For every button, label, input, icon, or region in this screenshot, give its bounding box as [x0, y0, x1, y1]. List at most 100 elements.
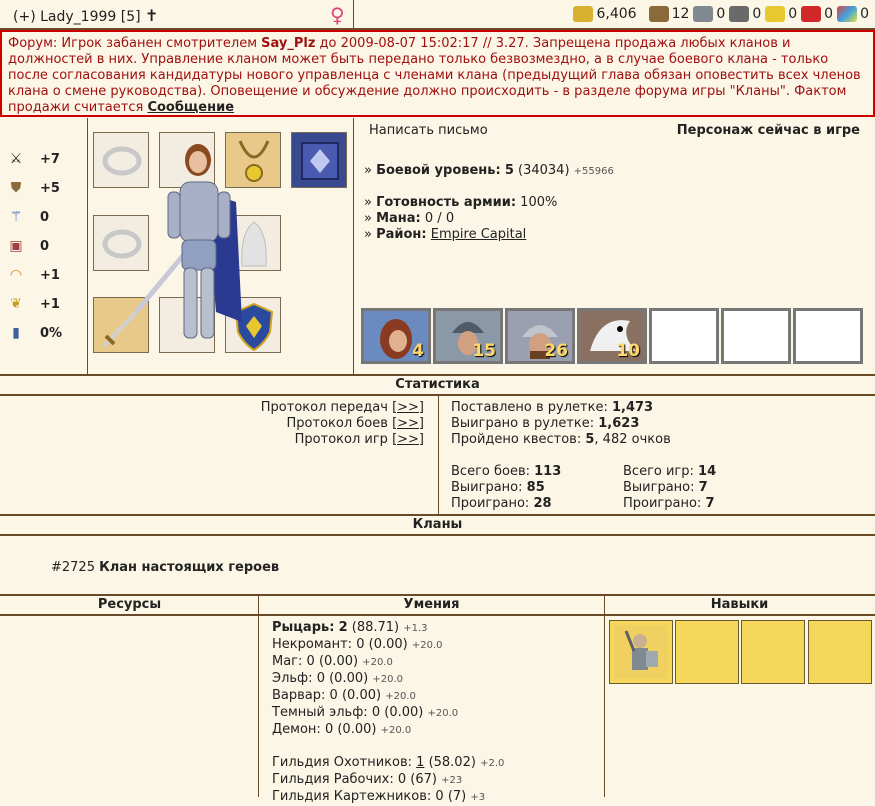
knight-talent-icon [614, 625, 668, 679]
stat-knowledge: ▣ 0 [6, 236, 86, 256]
resource-crystal: 0 [801, 6, 833, 22]
stat-defense: ⛊ +5 [6, 178, 86, 198]
clan-entry[interactable]: #2725 Клан настоящих героев [51, 560, 279, 575]
talent-slot-1[interactable] [609, 620, 673, 684]
army-slot-2[interactable]: 15 [433, 308, 503, 364]
army-slot-3[interactable]: 26 [505, 308, 575, 364]
quests-done: Пройдено квестов: 5, 482 очков [451, 432, 671, 447]
faction-skills-list: Рыцарь: 2 (88.71) +1.3 Некромант: 0 (0.0… [272, 620, 504, 806]
army-slot-4[interactable]: 10 [577, 308, 647, 364]
gold-icon [573, 6, 594, 22]
ore-icon [693, 6, 714, 22]
notice-message-link[interactable]: Сообщение [147, 100, 234, 115]
protocols-panel: Протокол передач [>>] Протокол боев [>>]… [0, 396, 439, 514]
stat-luck: ◠ +1 [6, 265, 86, 285]
top-bar: (+) Lady_1999 [5] ✝ ♀ 6,406 12 0 0 0 0 0 [0, 0, 875, 30]
clan-name: Клан настоящих героев [99, 560, 280, 575]
crystal-icon [801, 6, 822, 22]
roulette-won: Выиграно в рулетке: 1,623 [451, 416, 640, 431]
army-slot-7 [793, 308, 863, 364]
write-letter-link[interactable]: Написать письмо [369, 123, 488, 138]
resource-mercury: 0 [729, 6, 761, 22]
district-link[interactable]: Empire Capital [431, 227, 527, 242]
clans-header: Кланы [0, 514, 875, 536]
district-row: » Район: Empire Capital [364, 227, 527, 242]
games-total: Всего игр: 14 [623, 464, 717, 479]
battles-won: Выиграно: 85 [451, 480, 545, 495]
morale-icon: ❦ [10, 296, 22, 312]
skill-row: Эльф: 0 (0.00) +20.0 [272, 671, 403, 686]
games-lost: Проиграно: 7 [623, 496, 715, 511]
talent-slot-4[interactable] [808, 620, 872, 684]
skills-header: Умения [259, 594, 604, 616]
guild-row: Гильдия Картежников: 0 (7) +3 [272, 789, 486, 804]
defense-icon: ⛊ [10, 180, 22, 196]
skill-row: Рыцарь: 2 (88.71) +1.3 [272, 620, 428, 635]
protocol-transfers: Протокол передач [>>] [260, 400, 424, 415]
protocol-transfers-link[interactable]: [>>] [392, 400, 424, 415]
talents-header: Навыки [604, 594, 875, 616]
hero-figure [136, 144, 242, 339]
character-info: Написать письмо Персонаж сейчас в игре »… [354, 118, 875, 374]
protocol-battles: Протокол боев [>>] [286, 416, 424, 431]
online-status: Персонаж сейчас в игре [676, 123, 860, 138]
spellbook-icon [301, 142, 339, 180]
resource-gems: 0 [837, 6, 869, 22]
resources-header: Ресурсы [0, 594, 259, 616]
armor-icon: ▮ [12, 325, 20, 341]
attack-icon: ⚔ [9, 151, 23, 167]
guild-row: Гильдия Рабочих: 0 (67) +23 [272, 772, 463, 787]
moderator-name[interactable]: Say_Plz [261, 36, 315, 51]
spellpower-icon: ⚚ [9, 209, 23, 225]
resource-wood: 12 [641, 6, 689, 22]
wood-icon [648, 6, 669, 22]
stat-spellpower: ⚚ 0 [6, 207, 86, 227]
skill-row: Варвар: 0 (0.00) +20.0 [272, 688, 416, 703]
protocol-games-link[interactable]: [>>] [392, 432, 424, 447]
protocol-games: Протокол игр [>>] [294, 432, 424, 447]
talent-slot-3[interactable] [741, 620, 805, 684]
skill-row: Темный эльф: 0 (0.00) +20.0 [272, 705, 459, 720]
games-won: Выиграно: 7 [623, 480, 708, 495]
column-divider [258, 594, 259, 797]
mana-row: » Мана: 0 / 0 [364, 211, 455, 226]
column-divider [604, 594, 605, 797]
hero-stats: ⚔ +7 ⛊ +5 ⚚ 0 ▣ 0 ◠ +1 ❦ +1 ▮ 0% [0, 118, 88, 374]
resource-bar: 6,406 12 0 0 0 0 0 [569, 6, 869, 22]
skill-row: Некромант: 0 (0.00) +20.0 [272, 637, 443, 652]
skill-row: Демон: 0 (0.00) +20.0 [272, 722, 412, 737]
battles-lost: Проиграно: 28 [451, 496, 552, 511]
skill-row: Маг: 0 (0.00) +20.0 [272, 654, 393, 669]
army-readiness-row: » Готовность армии: 100% [364, 195, 558, 210]
book-slot[interactable] [291, 132, 347, 188]
player-header: (+) Lady_1999 [5] ✝ ♀ [0, 0, 354, 28]
guild-hunters-link[interactable]: 1 [416, 755, 424, 770]
gems-icon [837, 6, 858, 22]
clan-id: #2725 [51, 560, 95, 575]
knowledge-icon: ▣ [9, 238, 23, 254]
player-name[interactable]: (+) Lady_1999 [5] ✝ [13, 6, 158, 25]
resource-gold: 6,406 [573, 6, 637, 22]
female-icon: ♀ [330, 3, 345, 27]
resource-ore: 0 [693, 6, 725, 22]
mercury-icon [729, 6, 750, 22]
roulette-placed: Поставлено в рулетке: 1,473 [451, 400, 654, 415]
combat-level-row: » Боевой уровень: 5 (34034) +55966 [364, 163, 614, 178]
resource-sulfur: 0 [765, 6, 797, 22]
sulfur-icon [765, 6, 786, 22]
protocol-battles-link[interactable]: [>>] [392, 416, 424, 431]
battles-total: Всего боев: 113 [451, 464, 562, 479]
stat-attack: ⚔ +7 [6, 149, 86, 169]
bottom-columns: Ресурсы Умения Навыки Рыцарь: 2 (88.71) … [0, 594, 875, 804]
luck-icon: ◠ [9, 267, 23, 283]
statistics-header: Статистика [0, 374, 875, 396]
stats-panel: Поставлено в рулетке: 1,473 Выиграно в р… [451, 400, 871, 512]
army-slot-1[interactable]: 4 [361, 308, 431, 364]
cross-icon: ✝ [145, 6, 159, 25]
equipment-panel [88, 118, 354, 374]
army-slot-5 [649, 308, 719, 364]
stat-morale: ❦ +1 [6, 294, 86, 314]
ban-notice: Форум: Игрок забанен смотрителем Say_Plz… [0, 30, 875, 117]
talent-slot-2[interactable] [675, 620, 739, 684]
